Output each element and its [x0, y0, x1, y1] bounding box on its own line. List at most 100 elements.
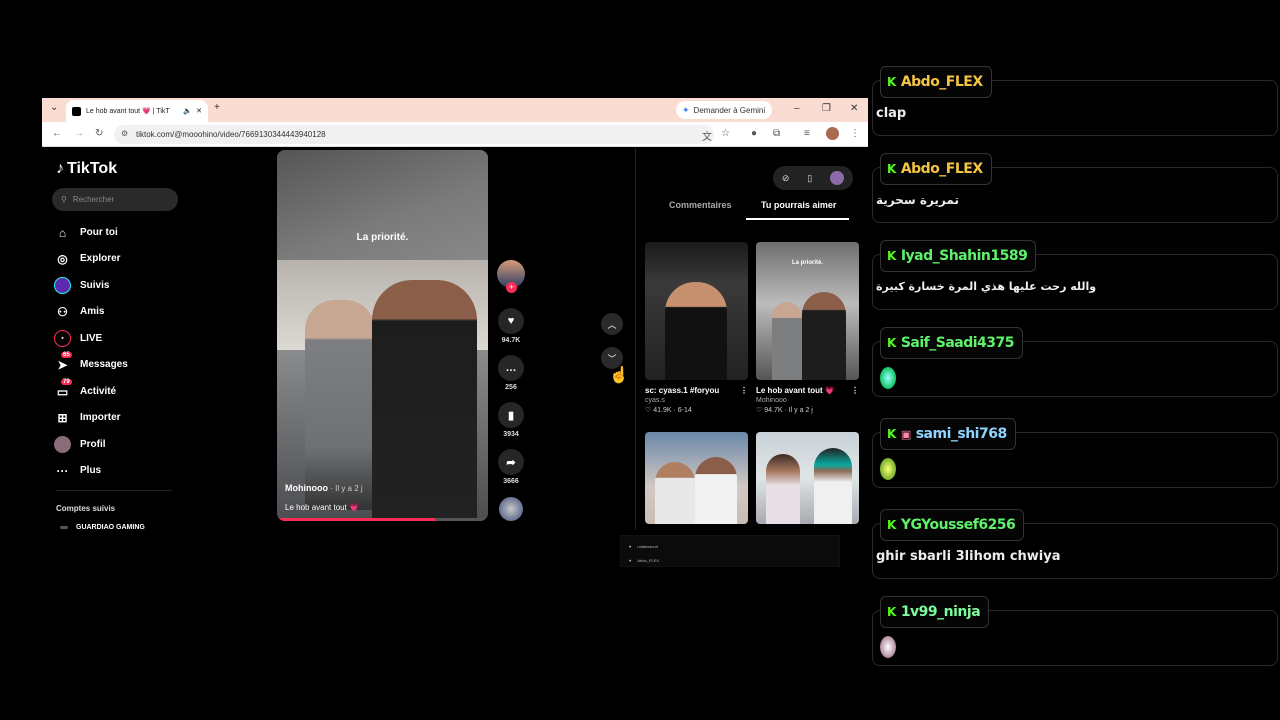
card-more-icon[interactable]: ⋮	[851, 386, 859, 395]
nav-live[interactable]: ▪ LIVE	[54, 330, 102, 347]
tiktok-note-icon: ♪	[56, 160, 64, 177]
nav-plus[interactable]: ··· Plus	[54, 462, 102, 479]
nav-label: Amis	[80, 306, 105, 317]
friends-icon: ⚇	[57, 304, 68, 319]
close-tab-icon[interactable]: ✕	[196, 107, 202, 115]
card-title: Le hob avant tout 💗	[756, 386, 835, 395]
speaker-icon[interactable]: 🔈	[183, 107, 192, 115]
translate-icon[interactable]: 文	[702, 128, 712, 143]
comment-action[interactable]: … 256	[497, 355, 525, 391]
url-field[interactable]: ⚙ tiktok.com/@mooohino/video/76691303444…	[114, 125, 714, 144]
nav-activite[interactable]: ▭ 79 Activité	[54, 379, 116, 400]
overlay-text: ruldeloscurt	[637, 544, 659, 549]
followed-account-item[interactable]: GUARDIAO GAMING	[60, 524, 145, 531]
video-card[interactable]: La priorité. Le hob avant tout 💗 ⋮ Mohino…	[756, 242, 859, 414]
nav-messages[interactable]: ➤ 65 Messages	[54, 352, 128, 373]
overlay-heart-icon: ♥	[629, 558, 632, 563]
nav-profil[interactable]: Profil	[54, 436, 106, 453]
followed-accounts-title: Comptes suivis	[56, 504, 116, 513]
phone-icon[interactable]: ▯	[807, 173, 812, 184]
gemini-label: Demander à Gemini	[693, 105, 766, 115]
cookie-extension-icon[interactable]: ●	[751, 128, 757, 139]
back-icon[interactable]: ←	[52, 128, 62, 139]
video-description: Le hob avant tout 💗	[285, 503, 360, 512]
video-author[interactable]: Mohinooo · Il y a 2 j	[285, 483, 363, 493]
chat-text: ghir sbarli 3lihom chwiya	[876, 549, 1061, 564]
nav-importer[interactable]: ⊞ Importer	[54, 409, 120, 426]
browser-tab[interactable]: Le hob avant tout 💗 | TikT 🔈 ✕	[66, 100, 208, 122]
site-info-icon[interactable]: ⚙	[121, 129, 128, 138]
chat-username: Saif_Saadi4375	[900, 335, 1015, 351]
tiktok-page: ♪ TikTok ⚲ Rechercher ⌂ Pour toi ◎ Explo…	[42, 148, 868, 531]
gemini-button[interactable]: ✦ Demander à Gemini	[676, 101, 772, 119]
reload-icon[interactable]: ↻	[95, 128, 103, 139]
chat-username-badge: K 1v99_ninja	[880, 596, 990, 628]
kick-logo-icon: K	[887, 249, 896, 263]
tiktok-logo[interactable]: ♪ TikTok	[56, 160, 117, 178]
save-action[interactable]: ▮ 3934	[497, 402, 525, 438]
chrome-menu-icon[interactable]: ⋮	[850, 128, 860, 139]
extensions-puzzle-icon[interactable]: ⧉	[773, 128, 780, 139]
compass-small-icon[interactable]: ⊘	[782, 173, 790, 184]
followed-account-avatar	[60, 526, 68, 529]
minimize-icon[interactable]: –	[794, 103, 800, 114]
user-avatar[interactable]	[830, 171, 845, 185]
share-action[interactable]: ➦ 3666	[497, 449, 525, 485]
chevron-up-icon: ︿	[607, 319, 617, 330]
live-icon: ▪	[54, 330, 71, 347]
search-icon: ⚲	[61, 195, 67, 204]
tab-title: Le hob avant tout 💗 | TikT	[86, 108, 170, 115]
nav-suivis[interactable]: Suivis	[54, 277, 109, 294]
sound-disc-avatar[interactable]	[499, 497, 523, 521]
kick-logo-icon: K	[887, 518, 896, 532]
chat-text: والله رحت عليها هذي المرة خسارة كبيرة	[876, 280, 1097, 293]
follow-plus-icon[interactable]: +	[506, 282, 517, 293]
tab-recommendations[interactable]: Tu pourrais aimer	[761, 200, 836, 210]
new-tab-icon[interactable]: +	[214, 102, 220, 113]
stream-overlay-bar: ♥ ruldeloscurt ♥ Abdo_FLEX	[620, 535, 840, 567]
video-card[interactable]: sc: cyass.1 #foryou ⋮ cyas.s ♡ 41.9K · 6-…	[645, 242, 748, 414]
restore-icon[interactable]: ❐	[822, 103, 831, 114]
nav-amis[interactable]: ⚇ Amis	[54, 303, 104, 320]
upload-icon: ⊞	[57, 410, 68, 425]
kick-logo-icon: K	[887, 336, 896, 350]
video-card[interactable]	[756, 432, 859, 524]
comment-count: 256	[505, 384, 517, 391]
reading-list-icon[interactable]: ≡	[804, 128, 810, 139]
chat-username: Iyad_Shahin1589	[900, 248, 1028, 264]
video-time: · Il y a 2 j	[327, 484, 363, 493]
nav-pour-toi[interactable]: ⌂ Pour toi	[54, 224, 118, 241]
forward-icon[interactable]: →	[74, 128, 84, 139]
video-thumbnail	[645, 432, 748, 524]
thumb-person	[655, 462, 695, 524]
creator-avatar[interactable]: +	[497, 260, 525, 293]
kick-logo-icon: K	[887, 605, 896, 619]
close-window-icon[interactable]: ✕	[850, 103, 858, 114]
like-action[interactable]: ♥ 94.7K	[497, 308, 525, 344]
video-progress-bar[interactable]	[277, 518, 488, 521]
hand-cursor-icon: ☝	[609, 367, 629, 384]
chat-username: Abdo_FLEX	[900, 161, 983, 177]
bookmark-star-icon[interactable]: ☆	[721, 128, 730, 139]
chat-username-badge: K Abdo_FLEX	[880, 66, 992, 98]
kick-logo-icon: K	[887, 75, 896, 89]
video-thumbnail	[756, 432, 859, 524]
previous-video-button[interactable]: ︿	[601, 313, 623, 335]
save-count: 3934	[503, 431, 519, 438]
overlay-line: ♥ Abdo_FLEX	[629, 558, 659, 563]
overlay-text: Abdo_FLEX	[637, 558, 659, 563]
tab-list-chevron-icon[interactable]: ⌄	[50, 102, 58, 113]
activity-icon: ▭ 79	[56, 379, 72, 399]
nav-label: Plus	[80, 465, 102, 476]
compass-icon: ◎	[57, 251, 68, 266]
search-input[interactable]: ⚲ Rechercher	[52, 188, 178, 211]
chrome-profile-avatar[interactable]	[826, 127, 839, 140]
activity-badge: 79	[61, 379, 72, 385]
nav-explorer[interactable]: ◎ Explorer	[54, 250, 120, 267]
video-player[interactable]: La priorité. Mohinooo · Il y a 2 j Le ho…	[277, 150, 488, 521]
tab-comments[interactable]: Commentaires	[669, 200, 732, 210]
emote-icon	[880, 636, 896, 658]
chat-text: clap	[876, 106, 907, 121]
card-more-icon[interactable]: ⋮	[740, 386, 748, 395]
video-card[interactable]	[645, 432, 748, 524]
